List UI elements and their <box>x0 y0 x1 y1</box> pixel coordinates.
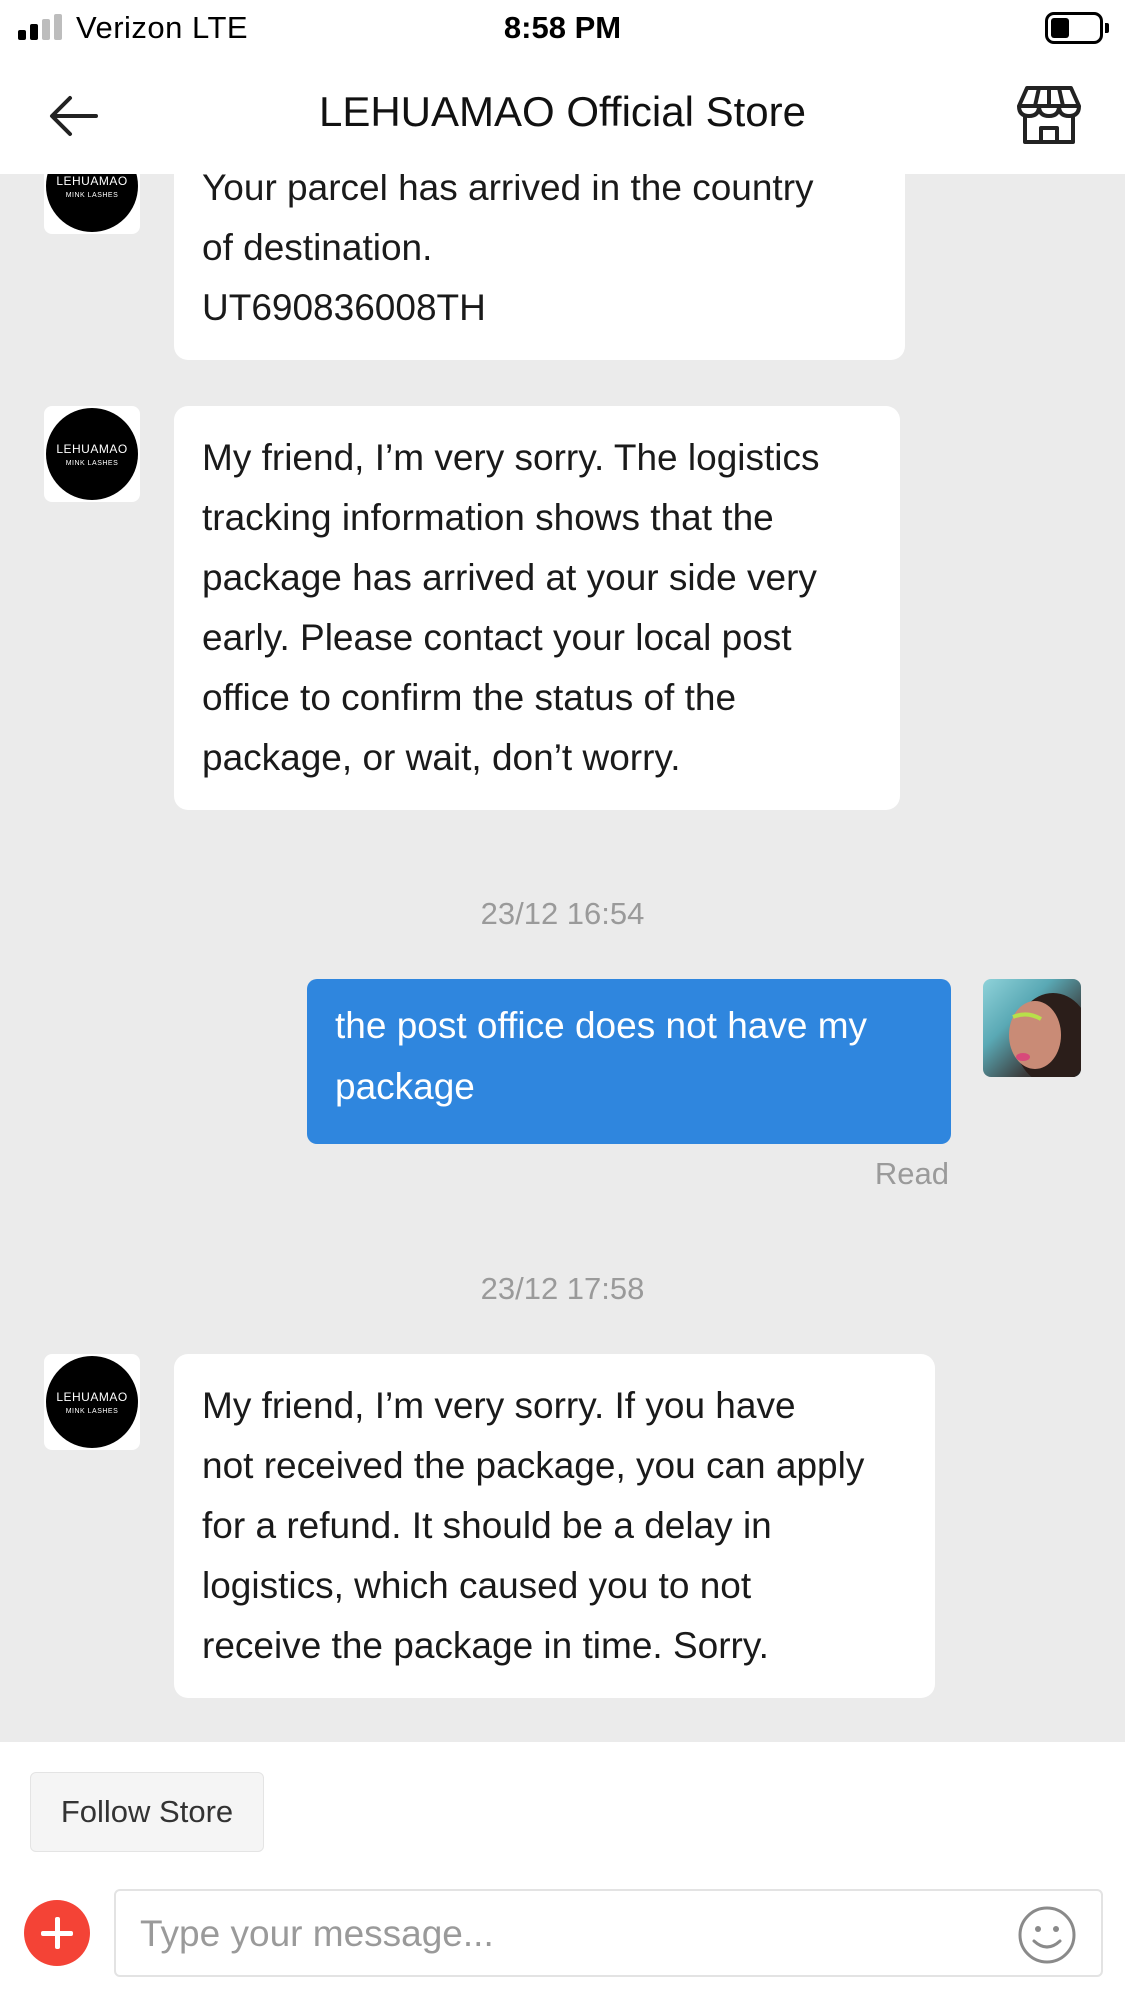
message-line: early. Please contact your local post <box>202 617 792 658</box>
emoji-button[interactable] <box>1017 1905 1077 1965</box>
message-input[interactable] <box>140 1907 980 1961</box>
user-avatar[interactable] <box>983 979 1081 1077</box>
nav-header: LEHUAMAO Official Store <box>0 58 1125 174</box>
store-button[interactable] <box>1015 84 1083 146</box>
message-line: the post office does not have my <box>335 1005 868 1046</box>
read-receipt: Read <box>874 1156 949 1191</box>
follow-store-button[interactable]: Follow Store <box>30 1772 264 1852</box>
profile-photo <box>1009 993 1081 1077</box>
smiley-icon <box>1018 1906 1076 1964</box>
message-line: tracking information shows that the <box>202 497 774 538</box>
message-line: receive the package in time. Sorry. <box>202 1625 769 1666</box>
status-time: 8:58 PM <box>503 10 622 45</box>
store-avatar[interactable]: LEHUAMAO MINK LASHES <box>44 1354 140 1450</box>
store-avatar[interactable]: LEHUAMAO MINK LASHES <box>44 406 140 502</box>
message-timestamp: 23/12 17:58 <box>480 1271 645 1306</box>
message-line: My friend, I’m very sorry. The logistics <box>202 437 820 478</box>
storefront-icon <box>1017 86 1081 144</box>
page-title: LEHUAMAO Official Store <box>318 88 807 135</box>
battery-icon <box>1045 12 1109 44</box>
composer-panel: Follow Store <box>0 1742 1125 2000</box>
message-line: office to confirm the status of the <box>202 677 737 718</box>
message-line: package, or wait, don’t worry. <box>202 737 681 778</box>
status-bar: Verizon LTE 8:58 PM <box>0 0 1125 58</box>
message-line: My friend, I’m very sorry. If you have <box>202 1385 796 1426</box>
message-list[interactable]: LEHUAMAO MINK LASHES Your parcel has arri… <box>0 174 1125 1742</box>
message-line: of destination. <box>202 227 433 268</box>
message-line: UT690836008TH <box>202 287 486 328</box>
message-line: package has arrived at your side very <box>202 557 817 598</box>
message-line: logistics, which caused you to not <box>202 1565 752 1606</box>
message-line: not received the package, you can apply <box>202 1445 865 1486</box>
received-message[interactable]: My friend, I’m very sorry. If you have n… <box>174 1354 935 1698</box>
sent-message[interactable]: the post office does not have my package <box>307 979 951 1144</box>
received-message[interactable]: My friend, I’m very sorry. The logistics… <box>174 406 900 810</box>
add-attachment-button[interactable] <box>24 1900 90 1966</box>
message-timestamp: 23/12 16:54 <box>480 896 645 931</box>
message-line: package <box>335 1066 475 1107</box>
store-avatar[interactable]: LEHUAMAO MINK LASHES <box>44 174 140 234</box>
message-input-field[interactable] <box>114 1889 1103 1977</box>
message-line: for a refund. It should be a delay in <box>202 1505 772 1546</box>
chat-screen: Verizon LTE 8:58 PM LEHUAMAO Official St… <box>0 0 1125 2000</box>
received-message[interactable]: Your parcel has arrived in the country o… <box>174 174 905 360</box>
message-line: Your parcel has arrived in the country <box>202 174 814 208</box>
